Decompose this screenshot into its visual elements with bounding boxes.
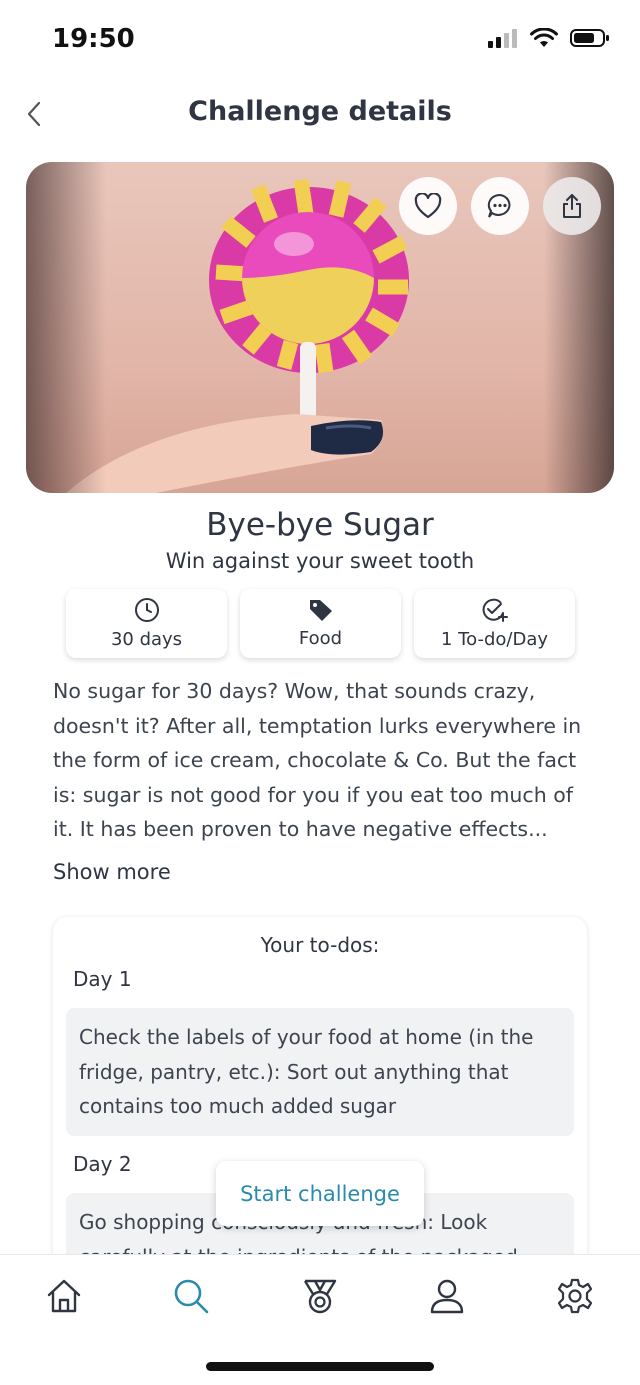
show-more-link[interactable]: Show more xyxy=(53,860,171,884)
category-label: Food xyxy=(298,628,343,649)
share-icon xyxy=(563,194,581,218)
heart-icon xyxy=(414,193,442,219)
frequency-chip: 1 To-do/Day xyxy=(414,589,575,658)
start-challenge-button[interactable]: Start challenge xyxy=(216,1161,424,1226)
category-chip: Food xyxy=(240,589,401,658)
tab-profile[interactable] xyxy=(424,1273,470,1319)
page-title: Challenge details xyxy=(188,96,452,127)
clock-icon xyxy=(134,598,159,622)
duration-label: 30 days xyxy=(110,629,183,650)
todo-item: Check the labels of your food at home (i… xyxy=(66,1008,574,1136)
status-icons xyxy=(488,28,610,48)
wifi-icon xyxy=(530,28,558,47)
check-plus-icon xyxy=(482,598,508,622)
day-label: Day 2 xyxy=(73,1152,132,1176)
hero-image xyxy=(26,162,614,493)
challenge-description: No sugar for 30 days? Wow, that sounds c… xyxy=(53,679,582,841)
challenge-title: Bye-bye Sugar xyxy=(206,507,434,543)
todos-title: Your to-dos: xyxy=(260,933,380,957)
medal-icon xyxy=(303,1279,337,1314)
share-button[interactable] xyxy=(543,177,601,235)
day-label: Day 1 xyxy=(73,967,132,991)
home-indicator xyxy=(206,1362,434,1371)
comments-button[interactable] xyxy=(471,177,529,235)
challenge-subtitle: Win against your sweet tooth xyxy=(165,549,475,573)
tab-settings[interactable] xyxy=(552,1273,598,1319)
status-time: 19:50 xyxy=(52,24,135,54)
profile-icon xyxy=(430,1279,464,1314)
home-icon xyxy=(47,1279,81,1313)
settings-icon xyxy=(557,1278,593,1314)
nav-header: Challenge details xyxy=(0,84,640,144)
search-icon xyxy=(174,1279,209,1314)
favorite-button[interactable] xyxy=(399,177,457,235)
info-chips: 30 days Food 1 To-do/Day xyxy=(66,589,575,658)
cellular-signal-icon xyxy=(488,29,517,48)
hero-actions xyxy=(399,177,601,235)
frequency-label: 1 To-do/Day xyxy=(441,629,548,650)
battery-icon xyxy=(570,29,609,47)
chat-bubble-icon xyxy=(487,193,511,218)
hero-shade-left xyxy=(26,162,106,493)
duration-chip: 30 days xyxy=(66,589,227,658)
tab-home[interactable] xyxy=(41,1273,87,1319)
tab-achievements[interactable] xyxy=(297,1273,343,1319)
tab-search[interactable] xyxy=(168,1273,214,1319)
tag-icon xyxy=(309,600,332,621)
status-bar: 19:50 xyxy=(0,0,640,80)
